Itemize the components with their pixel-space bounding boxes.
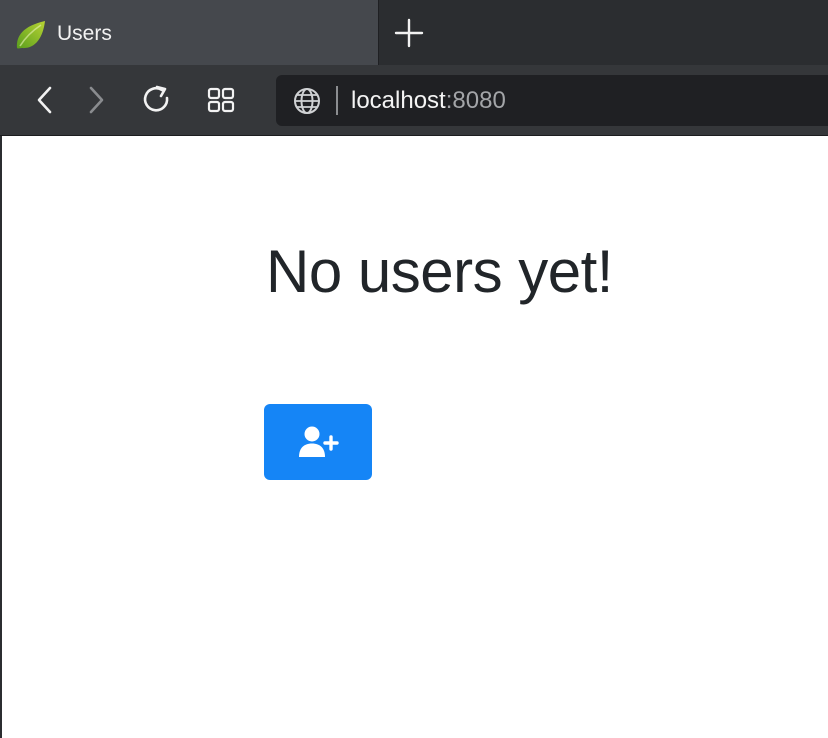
browser-window: Users localhost:8080 No users yet! <box>0 0 828 738</box>
url-port: :8080 <box>445 87 506 114</box>
tab-title: Users <box>57 22 112 45</box>
new-tab-plus-icon[interactable] <box>393 17 425 49</box>
browser-toolbar: localhost:8080 <box>0 65 828 136</box>
add-user-button[interactable] <box>264 404 372 480</box>
spring-leaf-icon <box>16 21 45 49</box>
page-title: No users yet! <box>266 238 613 305</box>
url-text[interactable]: localhost:8080 <box>351 86 506 116</box>
url-host: localhost <box>351 87 446 114</box>
reload-icon <box>143 85 169 112</box>
user-plus-icon <box>299 426 339 457</box>
forward-button[interactable] <box>79 83 113 117</box>
page-content: No users yet! <box>0 136 828 738</box>
grid-icon <box>207 87 235 113</box>
chevron-left-icon <box>37 86 52 114</box>
chevron-right-icon <box>89 86 104 114</box>
globe-icon <box>294 88 320 114</box>
tab-users[interactable]: Users <box>0 0 379 65</box>
tab-strip: Users <box>0 0 828 65</box>
address-divider <box>336 86 338 115</box>
address-bar[interactable]: localhost:8080 <box>276 75 828 126</box>
back-button[interactable] <box>28 83 62 117</box>
tab-overview-button[interactable] <box>204 83 238 117</box>
reload-button[interactable] <box>140 83 174 117</box>
